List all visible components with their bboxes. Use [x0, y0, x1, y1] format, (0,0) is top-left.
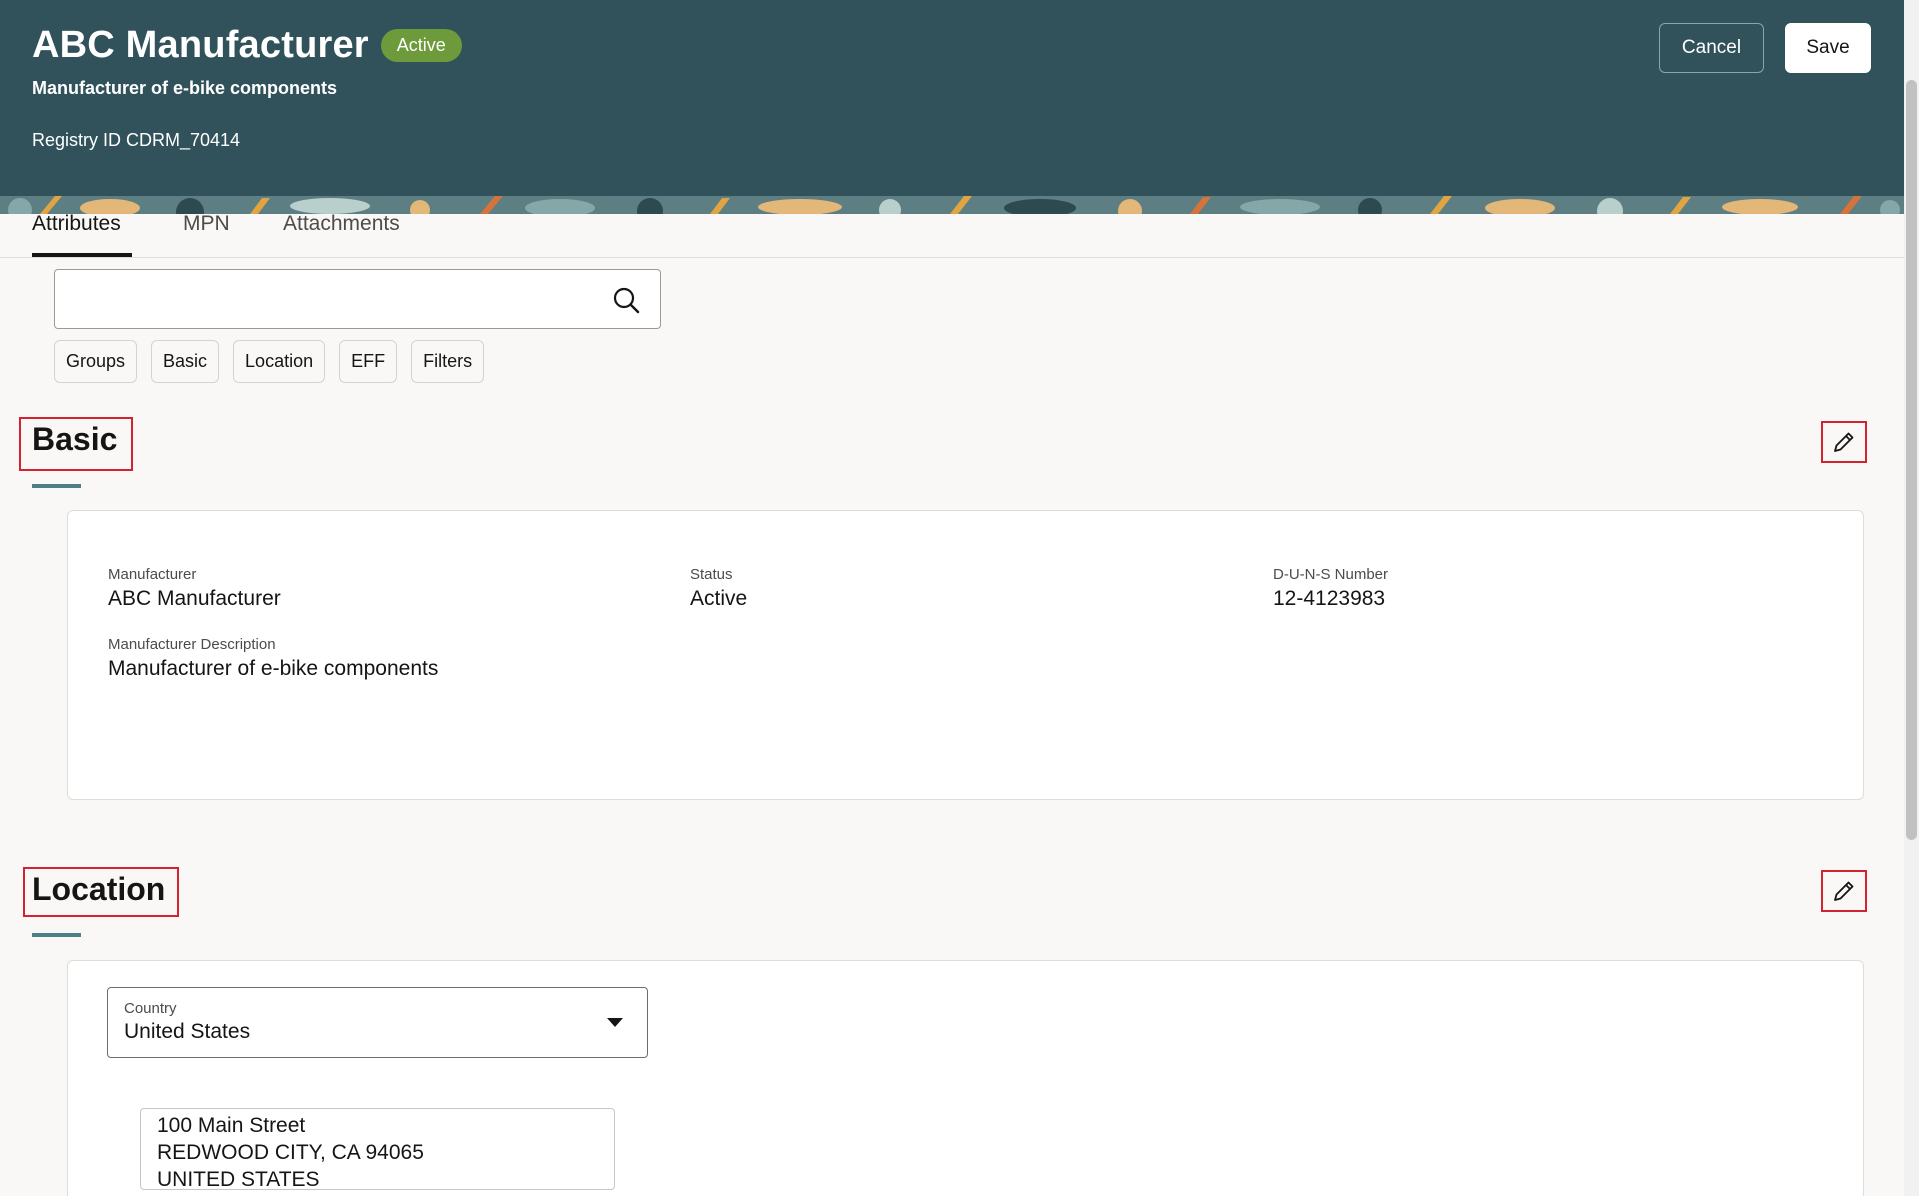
pencil-icon: [1834, 432, 1854, 452]
tab-mpn[interactable]: MPN: [183, 213, 230, 258]
basic-card: Manufacturer ABC Manufacturer Status Act…: [67, 510, 1864, 800]
manufacturer-value: ABC Manufacturer: [108, 587, 281, 610]
tab-attributes[interactable]: Attributes: [32, 213, 121, 258]
basic-edit-button[interactable]: [1822, 422, 1866, 462]
duns-label: D-U-N-S Number: [1273, 566, 1389, 583]
pencil-icon: [1834, 881, 1854, 901]
search-input[interactable]: [67, 280, 587, 318]
registry-id: Registry ID CDRM_70414: [32, 130, 241, 150]
address-line-2: REDWOOD CITY, CA 94065: [157, 1141, 424, 1164]
manufacturer-label: Manufacturer: [108, 566, 197, 583]
page-header: ABC Manufacturer Active Manufacturer of …: [0, 0, 1904, 214]
location-section-title: Location: [32, 871, 166, 907]
chip-filters[interactable]: Filters: [411, 340, 485, 383]
status-value: Active: [690, 587, 748, 610]
basic-section-title: Basic: [32, 421, 118, 457]
chip-location[interactable]: Location: [233, 340, 326, 383]
country-value: United States: [124, 1020, 251, 1043]
location-edit-button[interactable]: [1822, 871, 1866, 911]
duns-value: 12-4123983: [1273, 587, 1386, 610]
country-label: Country: [124, 1000, 177, 1017]
chip-groups[interactable]: Groups: [54, 340, 138, 383]
description-value: Manufacturer of e-bike components: [108, 657, 439, 680]
search-icon[interactable]: [612, 286, 640, 314]
address-line-3: UNITED STATES: [157, 1168, 320, 1191]
address-line-1: 100 Main Street: [157, 1114, 306, 1137]
scrollbar-thumb[interactable]: [1906, 80, 1917, 840]
active-tab-indicator: [32, 253, 132, 257]
tab-attachments[interactable]: Attachments: [283, 213, 400, 258]
page-title: ABC Manufacturer: [32, 24, 369, 66]
cancel-button[interactable]: Cancel: [1659, 23, 1764, 73]
status-label: Status: [690, 566, 733, 583]
tab-bar: Attributes MPN Attachments: [0, 213, 1904, 258]
attribute-search: [54, 269, 661, 329]
chip-eff[interactable]: EFF: [339, 340, 398, 383]
save-button[interactable]: Save: [1785, 23, 1871, 73]
location-section-rule: [32, 933, 81, 937]
country-select[interactable]: Country United States: [107, 987, 648, 1058]
caret-down-icon: [607, 1018, 623, 1027]
status-badge: Active: [380, 29, 462, 62]
chip-basic[interactable]: Basic: [151, 340, 220, 383]
filter-chips: Groups Basic Location EFF Filters: [54, 340, 485, 383]
title-row: ABC Manufacturer Active: [32, 24, 462, 67]
address-display: 100 Main Street REDWOOD CITY, CA 94065 U…: [140, 1108, 615, 1191]
description-label: Manufacturer Description: [108, 636, 276, 653]
page-subtitle: Manufacturer of e-bike components: [32, 78, 338, 98]
basic-section-rule: [32, 484, 81, 488]
